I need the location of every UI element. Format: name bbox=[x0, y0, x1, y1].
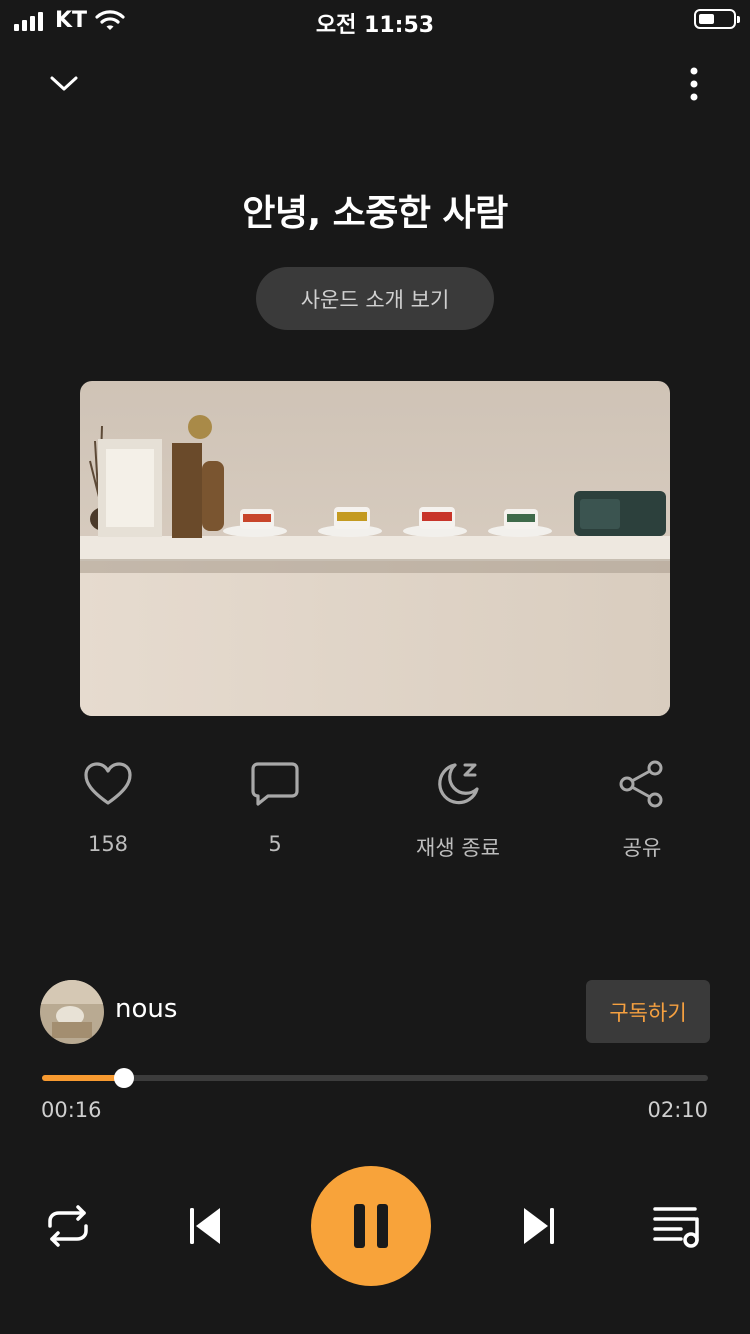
status-time: 오전 11:53 bbox=[315, 13, 435, 38]
more-options-button[interactable] bbox=[682, 64, 706, 104]
cover-artwork bbox=[80, 381, 670, 716]
next-button[interactable] bbox=[512, 1200, 568, 1252]
player-screen: KT 오전 11:53 안녕, 소중한 사람 사운드 소개 보기 158 5 재… bbox=[0, 0, 750, 1334]
current-time: 00:16 bbox=[41, 1098, 102, 1122]
chevron-down-icon bbox=[50, 76, 78, 91]
comment-count: 5 bbox=[268, 832, 282, 856]
sleep-timer-action[interactable]: 재생 종료 bbox=[398, 758, 518, 862]
playlist-button[interactable] bbox=[646, 1198, 708, 1254]
comment-icon bbox=[251, 762, 299, 806]
battery-level bbox=[699, 14, 714, 24]
sleep-timer-label: 재생 종료 bbox=[416, 836, 500, 860]
playlist-icon bbox=[653, 1207, 699, 1248]
total-time: 02:10 bbox=[647, 1098, 708, 1122]
previous-button[interactable] bbox=[176, 1200, 232, 1252]
comment-action[interactable]: 5 bbox=[215, 758, 335, 856]
progress-fill bbox=[42, 1075, 124, 1081]
heart-icon bbox=[84, 762, 132, 805]
skip-next-icon bbox=[524, 1208, 554, 1244]
track-title: 안녕, 소중한 사람 bbox=[242, 193, 508, 234]
skip-previous-icon bbox=[190, 1208, 220, 1244]
play-pause-button[interactable] bbox=[311, 1166, 431, 1286]
battery-icon bbox=[694, 9, 740, 29]
status-bar: KT 오전 11:53 bbox=[0, 0, 750, 44]
like-action[interactable]: 158 bbox=[48, 758, 168, 856]
share-label: 공유 bbox=[622, 836, 662, 860]
collapse-button[interactable] bbox=[44, 64, 84, 104]
moon-sleep-icon bbox=[438, 763, 479, 805]
share-action[interactable]: 공유 bbox=[582, 758, 702, 862]
progress-thumb[interactable] bbox=[113, 1068, 134, 1088]
pause-icon bbox=[354, 1204, 388, 1248]
sound-intro-button[interactable]: 사운드 소개 보기 bbox=[256, 267, 494, 330]
progress-bar[interactable] bbox=[42, 1068, 708, 1088]
subscribe-button[interactable]: 구독하기 bbox=[586, 980, 710, 1043]
repeat-button[interactable] bbox=[40, 1196, 96, 1256]
creator-avatar[interactable] bbox=[40, 980, 104, 1044]
like-count: 158 bbox=[87, 832, 129, 856]
creator-name[interactable]: nous bbox=[115, 994, 177, 1024]
repeat-icon bbox=[48, 1205, 88, 1247]
more-vertical-icon bbox=[690, 67, 698, 101]
share-icon bbox=[619, 760, 663, 808]
